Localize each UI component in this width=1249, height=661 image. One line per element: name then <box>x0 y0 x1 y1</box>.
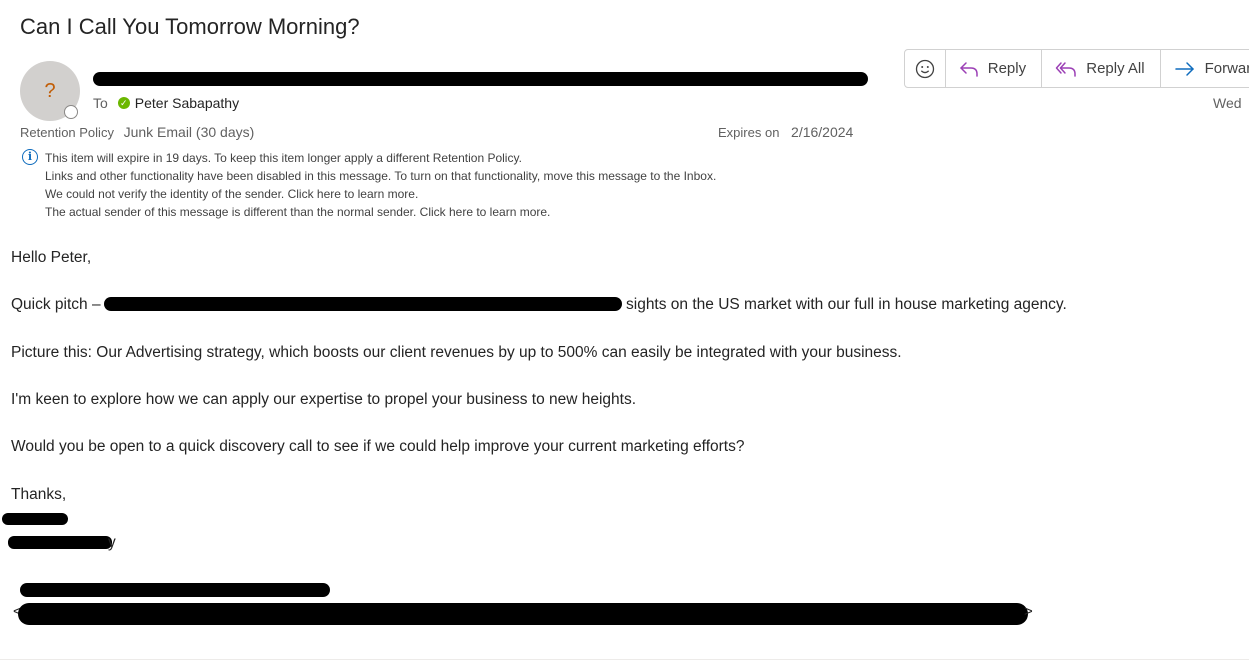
retention-policy: Retention Policy Junk Email (30 days) <box>20 124 254 140</box>
redaction-mark <box>18 603 1028 625</box>
smiley-icon <box>915 59 935 78</box>
pitch-end: sights on the US market with our full in… <box>626 296 1067 313</box>
info-line-links[interactable]: Links and other functionality have been … <box>45 167 716 185</box>
reaction-button[interactable] <box>905 50 946 87</box>
reply-all-icon <box>1055 61 1076 77</box>
link-bracket-close: > <box>1024 603 1033 620</box>
presence-indicator-icon <box>64 105 78 119</box>
reply-all-label: Reply All <box>1086 60 1145 77</box>
received-date: Wed <box>1213 95 1242 111</box>
avatar-initial: ? <box>44 79 56 102</box>
pitch-start: Quick pitch – <box>11 296 101 313</box>
redaction-mark <box>93 72 868 86</box>
sender-line[interactable] <box>93 70 868 88</box>
info-line-expire: This item will expire in 19 days. To kee… <box>45 151 522 165</box>
redaction-mark <box>20 583 330 597</box>
retention-value[interactable]: Junk Email (30 days) <box>124 124 255 140</box>
email-subject: Can I Call You Tomorrow Morning? <box>20 14 360 39</box>
reply-icon <box>960 61 978 77</box>
info-icon: i <box>22 149 38 165</box>
redaction-mark <box>104 297 622 311</box>
retention-label: Retention Policy <box>20 125 114 140</box>
message-actions-toolbar: Reply Reply All Forward <box>904 49 1249 88</box>
recipient-name[interactable]: Peter Sabapathy <box>135 95 239 111</box>
forward-label: Forward <box>1204 60 1249 77</box>
to-label: To <box>93 95 108 111</box>
info-line-sender[interactable]: The actual sender of this message is dif… <box>45 203 716 221</box>
available-check-icon: ✓ <box>117 97 130 109</box>
expires-date: 2/16/2024 <box>791 124 854 140</box>
redaction-mark <box>2 513 68 525</box>
redaction-mark <box>8 536 112 549</box>
reply-label: Reply <box>987 60 1027 77</box>
paragraph-expertise: I'm keen to explore how we can apply our… <box>11 391 637 408</box>
recipient-row: To ✓ Peter Sabapathy <box>93 95 239 111</box>
expires-label: Expires on <box>718 125 780 140</box>
reply-all-button[interactable]: Reply All <box>1042 50 1161 87</box>
greeting: Hello Peter, <box>11 249 92 266</box>
divider <box>0 659 1249 660</box>
forward-button[interactable]: Forward <box>1161 50 1249 87</box>
signature-tail: y <box>108 534 116 551</box>
expiry: Expires on 2/16/2024 <box>718 124 853 140</box>
paragraph-discovery-call: Would you be open to a quick discovery c… <box>11 438 745 455</box>
paragraph-advertising: Picture this: Our Advertising strategy, … <box>11 344 902 361</box>
forward-icon <box>1174 61 1194 76</box>
info-line-identity[interactable]: We could not verify the identity of the … <box>45 185 716 203</box>
info-banner: i This item will expire in 19 days. To k… <box>22 149 716 221</box>
sign-off: Thanks, <box>11 486 67 503</box>
reply-button[interactable]: Reply <box>946 50 1043 87</box>
